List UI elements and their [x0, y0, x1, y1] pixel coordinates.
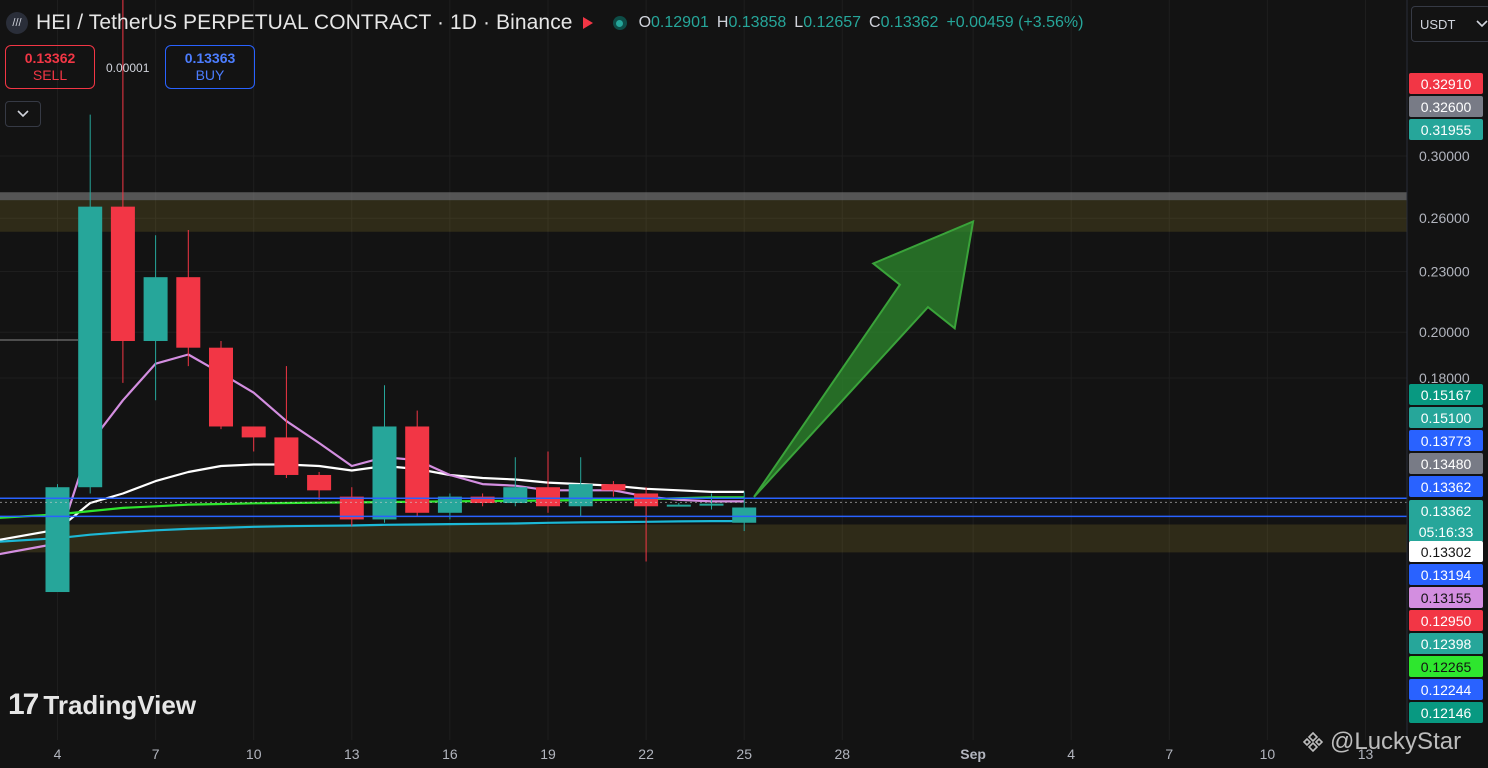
price-label-text: 0.13155	[1421, 590, 1472, 606]
candle-body	[666, 504, 691, 507]
sell-price: 0.13362	[24, 50, 76, 66]
pair-icon[interactable]: ///	[6, 12, 28, 34]
x-tick-label: 4	[1067, 746, 1075, 762]
buy-price: 0.13363	[184, 50, 236, 66]
candle-body	[568, 484, 593, 507]
tradingview-watermark: 17 TradingView	[8, 688, 196, 722]
time-axis	[0, 740, 1407, 768]
collapse-legend-button[interactable]	[5, 101, 41, 127]
price-label-text: 0.12950	[1421, 613, 1472, 629]
x-tick-label: 4	[54, 746, 62, 762]
y-tick-label: 0.30000	[1419, 148, 1470, 164]
candle-body	[437, 496, 462, 513]
price-label-text: 0.13773	[1421, 433, 1472, 449]
ohlc-open: O0.12901	[638, 14, 709, 31]
price-label-text: 0.31955	[1421, 122, 1472, 138]
price-label-text: 0.13302	[1421, 544, 1472, 560]
x-tick-label: 10	[246, 746, 262, 762]
flag-icon[interactable]	[581, 16, 595, 30]
x-tick-label: 16	[442, 746, 458, 762]
candle-body	[372, 426, 397, 520]
candle-body	[503, 487, 528, 504]
price-label-text: 0.13194	[1421, 567, 1472, 583]
price-label-text: 0.12146	[1421, 705, 1472, 721]
chevron-down-icon	[1476, 20, 1488, 28]
binance-logo-icon	[1302, 731, 1324, 753]
author-credit: @LuckyStar	[1302, 728, 1461, 756]
price-label-text: 0.12244	[1421, 682, 1472, 698]
price-label-text: 0.12265	[1421, 659, 1472, 675]
candle-body	[307, 474, 332, 491]
ohlc-high: H0.13858	[716, 14, 787, 31]
x-tick-label: 7	[1165, 746, 1173, 762]
candle-body	[536, 487, 560, 507]
price-label-text: 0.13480	[1421, 456, 1472, 472]
y-tick-label: 0.20000	[1419, 324, 1470, 340]
price-label-text: 0.12398	[1421, 636, 1472, 652]
price-label-text: 0.15167	[1421, 387, 1472, 403]
x-tick-label: 19	[540, 746, 556, 762]
candle-body	[143, 277, 168, 341]
buy-label: BUY	[195, 67, 225, 83]
zone-rect	[0, 192, 1407, 201]
y-tick-label: 0.23000	[1419, 263, 1470, 279]
x-tick-label: 13	[344, 746, 360, 762]
candle-body	[176, 277, 201, 348]
candle-body	[45, 487, 70, 593]
price-label-text: 0.32600	[1421, 99, 1472, 115]
chevron-down-icon	[17, 110, 29, 118]
x-tick-label: 10	[1260, 746, 1276, 762]
market-open-icon	[612, 16, 627, 30]
price-label-text: 0.15100	[1421, 410, 1472, 426]
ohlc-close: C0.13362	[869, 14, 939, 31]
sell-label: SELL	[32, 67, 68, 83]
chart-header: /// HEI / TetherUS PERPETUAL CONTRACT · …	[6, 8, 1083, 38]
candle-body	[601, 484, 626, 491]
sell-button[interactable]: 0.13362 SELL	[5, 45, 95, 89]
zone-rect	[0, 200, 1407, 232]
watermark-text: TradingView	[43, 689, 197, 720]
candle-body	[634, 493, 659, 507]
price-label-text: 0.13362	[1421, 479, 1472, 495]
candle-body	[405, 426, 430, 513]
ohlc-low: L0.12657	[794, 14, 862, 31]
x-tick-label: 7	[152, 746, 160, 762]
y-tick-label: 0.26000	[1419, 210, 1470, 226]
candle-body	[699, 503, 724, 506]
price-label-text: 0.13362	[1421, 503, 1472, 519]
candle-body	[732, 507, 757, 523]
currency-label: USDT	[1420, 16, 1456, 32]
price-label-text: 0.32910	[1421, 76, 1472, 92]
countdown-text: 05:16:33	[1419, 524, 1474, 540]
candle-body	[241, 426, 266, 438]
x-tick-label: Sep	[960, 746, 986, 762]
x-tick-label: 25	[736, 746, 752, 762]
symbol-title[interactable]: HEI / TetherUS PERPETUAL CONTRACT · 1D ·…	[36, 11, 573, 35]
x-tick-label: 28	[835, 746, 851, 762]
y-tick-label: 0.18000	[1419, 370, 1470, 386]
candle-body	[209, 347, 233, 427]
candle-body	[274, 437, 299, 475]
buy-button[interactable]: 0.13363 BUY	[165, 45, 255, 89]
currency-select[interactable]: USDT	[1411, 6, 1488, 42]
candle-body	[110, 206, 135, 341]
price-chart[interactable]: 0.30000 0.26000 0.23000 0.20000 0.18000 0.329…	[0, 0, 1488, 768]
candle-body	[78, 206, 103, 488]
spread-value: 0.00001	[106, 61, 150, 75]
ohlc-change: +0.00459 (+3.56%)	[946, 14, 1084, 31]
ohlc-values: O0.12901 H0.13858 L0.12657 C0.13362 +0.0…	[639, 14, 1084, 32]
credit-text: @LuckyStar	[1330, 728, 1462, 755]
x-tick-label: 22	[638, 746, 654, 762]
tradingview-logo-icon: 17	[8, 688, 39, 721]
